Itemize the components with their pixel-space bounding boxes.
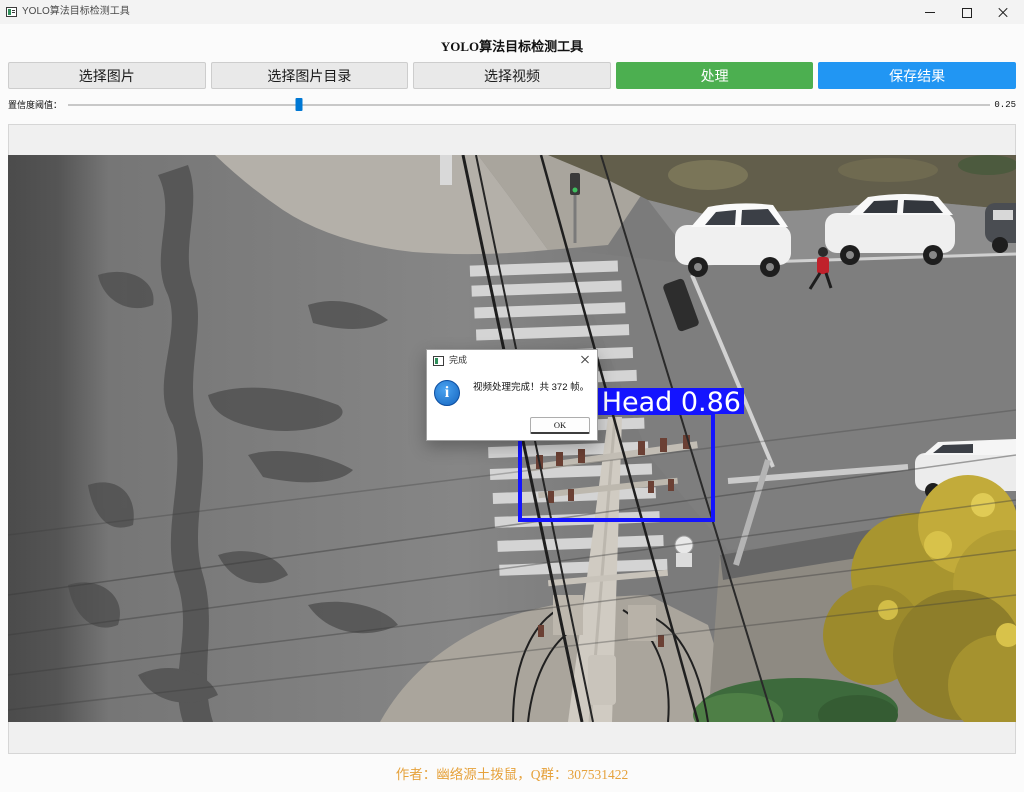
slider-track[interactable] bbox=[68, 104, 990, 106]
toolbar: 选择图片 选择图片目录 选择视频 处理 保存结果 bbox=[8, 62, 1016, 89]
page-title: YOLO算法目标检测工具 bbox=[440, 39, 584, 54]
equipment bbox=[674, 535, 694, 567]
window-titlebar[interactable]: YOLO算法目标检测工具 bbox=[0, 0, 1024, 24]
completion-dialog[interactable]: 完成 i 视频处理完成！共 372 帧。 OK bbox=[426, 349, 598, 441]
confidence-slider[interactable] bbox=[68, 98, 990, 111]
select-image-dir-button[interactable]: 选择图片目录 bbox=[210, 62, 409, 89]
info-icon: i bbox=[434, 380, 460, 406]
author-footer: 作者：幽络源土拨鼠，Q群：307531422 bbox=[395, 767, 629, 782]
close-button[interactable] bbox=[982, 0, 1024, 24]
window-icon bbox=[433, 356, 444, 366]
select-image-button[interactable]: 选择图片 bbox=[8, 62, 206, 89]
minimize-icon bbox=[925, 12, 935, 13]
window-icon bbox=[6, 7, 17, 17]
slider-handle[interactable] bbox=[295, 98, 302, 111]
save-results-button[interactable]: 保存结果 bbox=[818, 62, 1016, 89]
maximize-icon bbox=[962, 8, 972, 18]
detection-label: Head 0.86 bbox=[602, 387, 741, 418]
ok-button[interactable]: OK bbox=[530, 417, 590, 434]
pole-base bbox=[440, 155, 452, 185]
close-icon bbox=[997, 6, 1009, 18]
process-button[interactable]: 处理 bbox=[615, 62, 814, 89]
maximize-button[interactable] bbox=[945, 0, 987, 24]
confidence-label: 置信度阈值： bbox=[8, 100, 63, 110]
select-video-button[interactable]: 选择视频 bbox=[413, 62, 611, 89]
window-title: YOLO算法目标检测工具 bbox=[22, 6, 130, 17]
close-icon[interactable] bbox=[580, 355, 589, 364]
confidence-value: 0.25 bbox=[994, 100, 1016, 110]
dialog-title: 完成 bbox=[449, 355, 468, 365]
dialog-message: 视频处理完成！共 372 帧。 bbox=[473, 382, 590, 393]
